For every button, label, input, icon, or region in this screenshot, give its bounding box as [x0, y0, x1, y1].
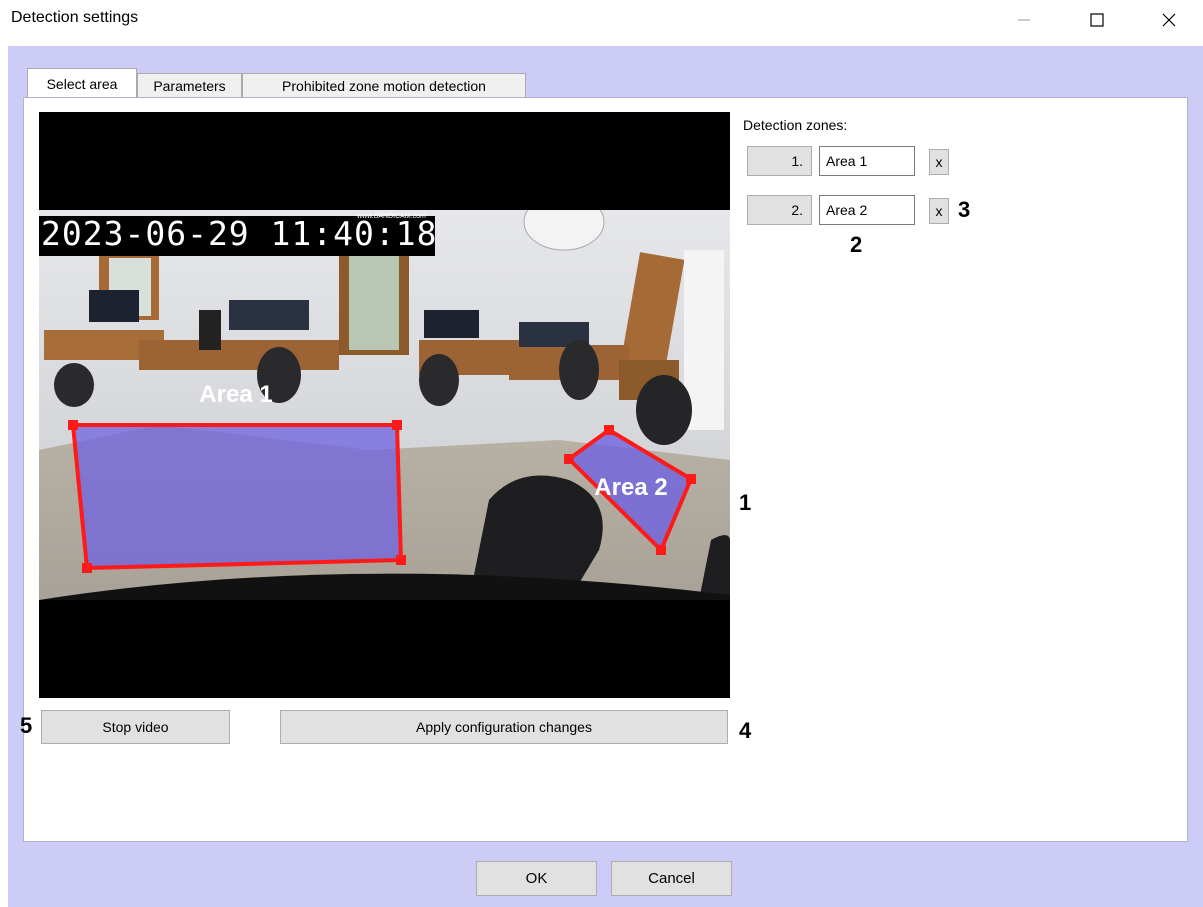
apply-changes-button[interactable]: Apply configuration changes [280, 710, 728, 744]
tab-parameters[interactable]: Parameters [137, 73, 242, 98]
button-label: Stop video [102, 719, 169, 735]
delete-icon: x [935, 154, 943, 170]
zone-select-button-1[interactable]: 1. [747, 146, 812, 176]
callout-5: 5 [20, 713, 33, 738]
window-title: Detection settings [11, 9, 139, 26]
maximize-icon [1090, 13, 1104, 27]
zone-name-value: Area 2 [826, 202, 868, 218]
minimize-button[interactable] [1001, 0, 1047, 40]
callout-4: 4 [739, 718, 752, 743]
area-1-label: Area 1 [199, 381, 272, 408]
minimize-icon [1018, 19, 1030, 21]
callout-2: 2 [850, 232, 863, 257]
zone-select-button-2[interactable]: 2. [747, 195, 812, 225]
zone-name-field-2[interactable]: Area 2 [819, 195, 915, 225]
callout-3: 3 [958, 197, 971, 222]
delete-zone-button-2[interactable]: x [929, 198, 949, 224]
area-2-label: Area 2 [594, 474, 667, 501]
maximize-button[interactable] [1074, 0, 1120, 40]
button-label: Cancel [648, 870, 695, 887]
tab-select-area[interactable]: Select area [27, 68, 137, 98]
tab-label: Select area [46, 75, 118, 92]
tab-label: Parameters [153, 78, 226, 94]
zone-index: 1. [791, 153, 803, 169]
callout-1: 1 [739, 490, 752, 515]
button-label: Apply configuration changes [416, 719, 592, 735]
tab-label: Prohibited zone motion detection [282, 78, 486, 94]
ok-button[interactable]: OK [476, 861, 597, 896]
tab-prohibited-zone-motion-detection[interactable]: Prohibited zone motion detection [242, 73, 526, 98]
close-icon [1162, 13, 1176, 27]
title-bar: Detection settings [0, 0, 1203, 46]
close-button[interactable] [1146, 0, 1192, 40]
button-label: OK [525, 870, 548, 887]
video-frame[interactable]: Area 1 Area 2 2023-06-29 11:40:18 www.BA… [39, 112, 730, 698]
zone-name-value: Area 1 [826, 153, 868, 169]
cancel-button[interactable]: Cancel [611, 861, 732, 896]
delete-zone-button-1[interactable]: x [929, 149, 949, 175]
area-1-polygon [70, 423, 404, 571]
detection-zones-header: Detection zones: [743, 117, 848, 133]
stop-video-button[interactable]: Stop video [41, 710, 230, 744]
camera-scene: Area 1 Area 2 [39, 210, 730, 600]
watermark: www.BANDICAM.com [357, 213, 426, 220]
delete-icon: x [935, 203, 943, 219]
zone-index: 2. [791, 202, 803, 218]
zone-name-field-1[interactable]: Area 1 [819, 146, 915, 176]
